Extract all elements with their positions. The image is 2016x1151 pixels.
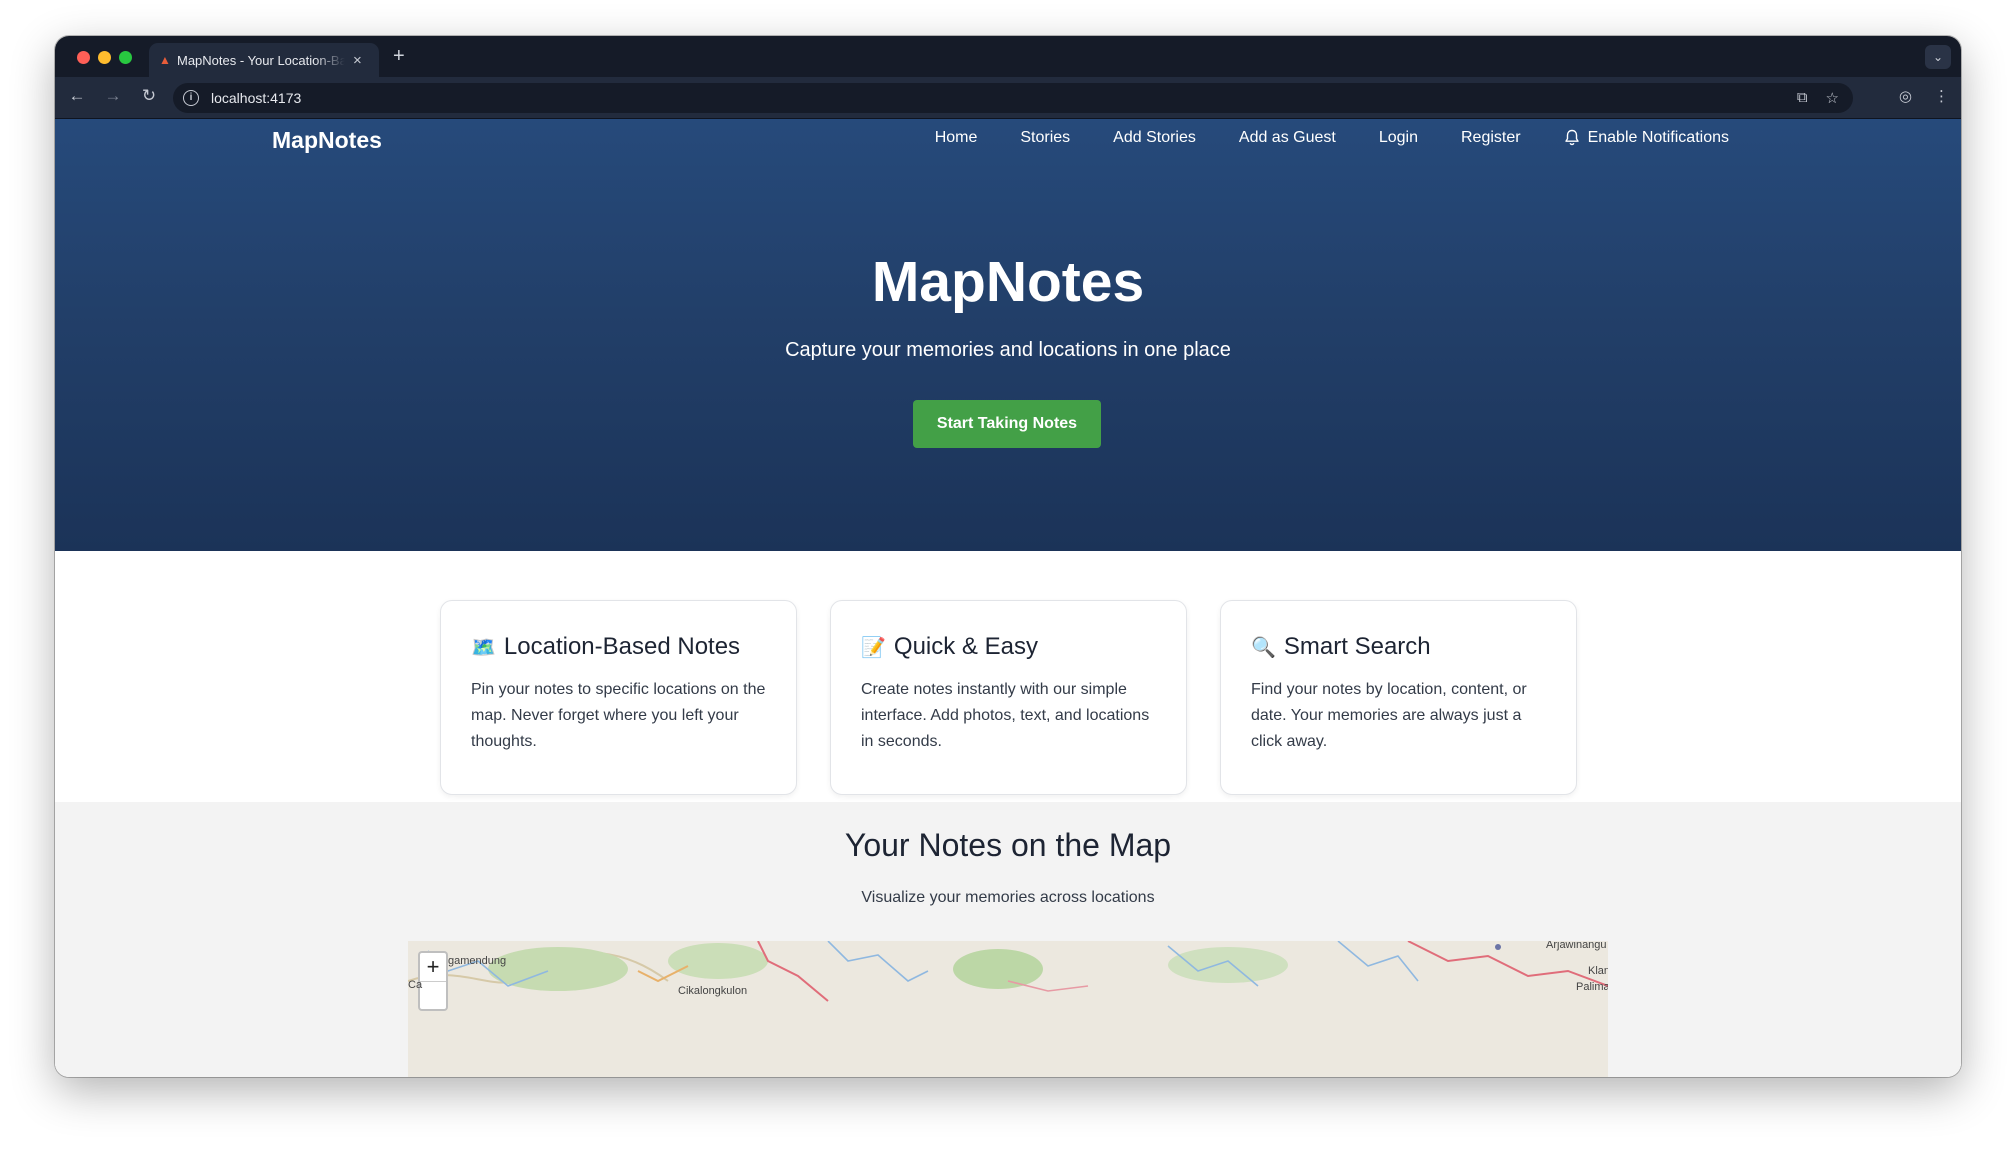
browser-menu-icon[interactable]: ⋮ — [1934, 87, 1949, 105]
enable-notifications-button[interactable]: Enable Notifications — [1564, 129, 1729, 147]
features-section: 🗺️ Location-Based Notes Pin your notes t… — [55, 551, 1961, 802]
reload-icon[interactable]: ↻ — [137, 86, 161, 106]
feature-title: Quick & Easy — [893, 633, 1038, 660]
zoom-in-button[interactable]: + — [420, 953, 446, 982]
feature-card-quick: 📝 Quick & Easy Create notes instantly wi… — [830, 600, 1187, 795]
bell-icon — [1564, 129, 1579, 146]
map-label: Klan — [1588, 965, 1608, 977]
feature-description: Create notes instantly with our simple i… — [861, 681, 1150, 750]
new-tab-icon[interactable]: + — [393, 45, 405, 68]
nav-add-as-guest-link[interactable]: Add as Guest — [1239, 129, 1336, 147]
feature-card-search: 🔍 Smart Search Find your notes by locati… — [1220, 600, 1577, 795]
maximize-window-button[interactable] — [119, 51, 132, 64]
enable-notifications-label: Enable Notifications — [1587, 129, 1729, 146]
map-label: Ca — [408, 979, 423, 991]
nav-add-stories-link[interactable]: Add Stories — [1113, 129, 1196, 147]
notes-map[interactable]: + gamendung Cikalongkulon Arjawinangu Kl… — [408, 941, 1608, 1077]
profile-icon[interactable]: ◎ — [1899, 87, 1912, 105]
nav-register-link[interactable]: Register — [1461, 129, 1521, 147]
back-icon[interactable]: ← — [65, 86, 89, 106]
nav-home-link[interactable]: Home — [935, 129, 978, 147]
site-info-icon[interactable]: i — [183, 90, 199, 106]
site-logo[interactable]: MapNotes — [272, 127, 382, 154]
nav-login-link[interactable]: Login — [1379, 129, 1418, 147]
feature-description: Find your notes by location, content, or… — [1251, 681, 1527, 750]
feature-description: Pin your notes to specific locations on … — [471, 681, 766, 750]
page-content: MapNotes Home Stories Add Stories Add as… — [55, 119, 1961, 1077]
feature-title: Smart Search — [1283, 633, 1431, 660]
nav-stories-link[interactable]: Stories — [1020, 129, 1070, 147]
tab-bar: ▲ MapNotes - Your Location-Based Notes ×… — [55, 36, 1961, 77]
tab-search-icon[interactable]: ⌄ — [1925, 45, 1951, 69]
nav-menu: Home Stories Add Stories Add as Guest Lo… — [892, 119, 1729, 157]
minimize-window-button[interactable] — [98, 51, 111, 64]
bookmark-star-icon[interactable]: ☆ — [1826, 89, 1839, 107]
map-section-subtitle: Visualize your memories across locations — [861, 889, 1155, 906]
favicon-icon: ▲ — [159, 53, 171, 67]
tab-title: MapNotes - Your Location-Based Notes — [177, 52, 345, 68]
feature-title: Location-Based Notes — [503, 633, 741, 660]
map-label: gamendung — [448, 955, 507, 967]
map-tiles[interactable] — [408, 941, 1608, 1077]
hero-title: MapNotes — [871, 250, 1145, 314]
map-zoom-control: + — [418, 951, 448, 1011]
url-text[interactable]: localhost:4173 — [211, 90, 301, 106]
browser-window: ▲ MapNotes - Your Location-Based Notes ×… — [55, 36, 1961, 1077]
map-section: Your Notes on the Map Visualize your mem… — [55, 802, 1961, 1077]
browser-tab[interactable]: ▲ MapNotes - Your Location-Based Notes × — [149, 43, 379, 77]
start-taking-notes-button[interactable]: Start Taking Notes — [913, 400, 1101, 448]
memo-icon: 📝 — [861, 636, 886, 659]
map-section-title: Your Notes on the Map — [844, 827, 1172, 863]
hero-section: MapNotes Home Stories Add Stories Add as… — [55, 119, 1961, 551]
map-label: Palima — [1576, 981, 1608, 993]
forward-icon[interactable]: → — [101, 86, 125, 106]
map-icon: 🗺️ — [471, 636, 496, 659]
address-bar[interactable]: i localhost:4173 ⧉ ☆ — [173, 83, 1853, 113]
tab-close-icon[interactable]: × — [353, 52, 362, 69]
magnifier-icon: 🔍 — [1251, 636, 1276, 659]
browser-toolbar: ← → ↻ i localhost:4173 ⧉ ☆ ◎ ⋮ — [55, 77, 1961, 119]
map-label: Cikalongkulon — [678, 985, 748, 997]
map-label: Arjawinangu — [1546, 941, 1607, 951]
hero-subtitle: Capture your memories and locations in o… — [785, 339, 1231, 361]
install-app-icon[interactable]: ⧉ — [1797, 89, 1808, 107]
close-window-button[interactable] — [77, 51, 90, 64]
site-navbar: MapNotes Home Stories Add Stories Add as… — [55, 119, 1961, 169]
feature-card-location: 🗺️ Location-Based Notes Pin your notes t… — [440, 600, 797, 795]
window-controls — [77, 51, 132, 64]
